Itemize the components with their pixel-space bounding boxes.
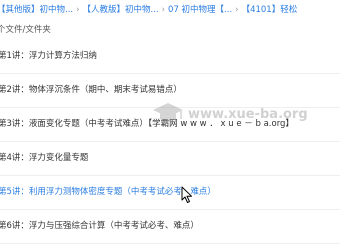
file-name: 第5讲：利用浮力测物体密度专题（中考考试必考、难点）: [0, 187, 216, 197]
breadcrumb-separator: ›: [235, 5, 239, 15]
file-row-lesson-4[interactable]: 第4讲：浮力变化量专题: [0, 142, 340, 176]
file-row-lesson-6[interactable]: 第6讲：浮力与压强综合计算（中考考试必考、难点）: [0, 210, 340, 244]
file-row-lesson-3[interactable]: 第3讲：液面变化专题（中考考试难点）【学霸网 w w w ． x u e － b…: [0, 108, 340, 142]
file-list: 第1讲：浮力计算方法归纳 第2讲：物体浮沉条件（期中、期末考试易错点） 第3讲：…: [0, 40, 340, 244]
file-row-lesson-2[interactable]: 第2讲：物体浮沉条件（期中、期末考试易错点）: [0, 74, 340, 108]
breadcrumb-item-renjiao-edition[interactable]: 【人教版】初中物...: [83, 0, 159, 20]
file-name: 第4讲：浮力变化量专题: [0, 153, 89, 163]
file-name: 第3讲：液面变化专题（中考考试难点）【学霸网 w w w ． x u e － b…: [0, 119, 294, 129]
file-name: 第6讲：浮力与压强综合计算（中考考试必考、难点）: [0, 221, 199, 231]
file-name: 第2讲：物体浮沉条件（期中、期末考试易错点）: [0, 85, 182, 95]
file-count-label: 个文件/文件夹: [0, 25, 51, 35]
breadcrumb-separator: ›: [161, 5, 166, 15]
breadcrumb-item-other-edition[interactable]: 【其他版】初中物...: [0, 0, 73, 20]
breadcrumb-separator: ›: [76, 5, 80, 15]
file-row-lesson-5[interactable]: 第5讲：利用浮力测物体密度专题（中考考试必考、难点）: [0, 176, 340, 210]
breadcrumb: 【其他版】初中物... › 【人教版】初中物... › 07 初中物理【... › 【410…: [0, 0, 340, 20]
file-row-lesson-1[interactable]: 第1讲：浮力计算方法归纳: [0, 40, 340, 74]
breadcrumb-item-physics-07[interactable]: 07 初中物理【...: [168, 0, 232, 20]
file-name: 第1讲：浮力计算方法归纳: [0, 51, 97, 61]
breadcrumb-item-current[interactable]: 【4101】轻松: [242, 0, 298, 20]
